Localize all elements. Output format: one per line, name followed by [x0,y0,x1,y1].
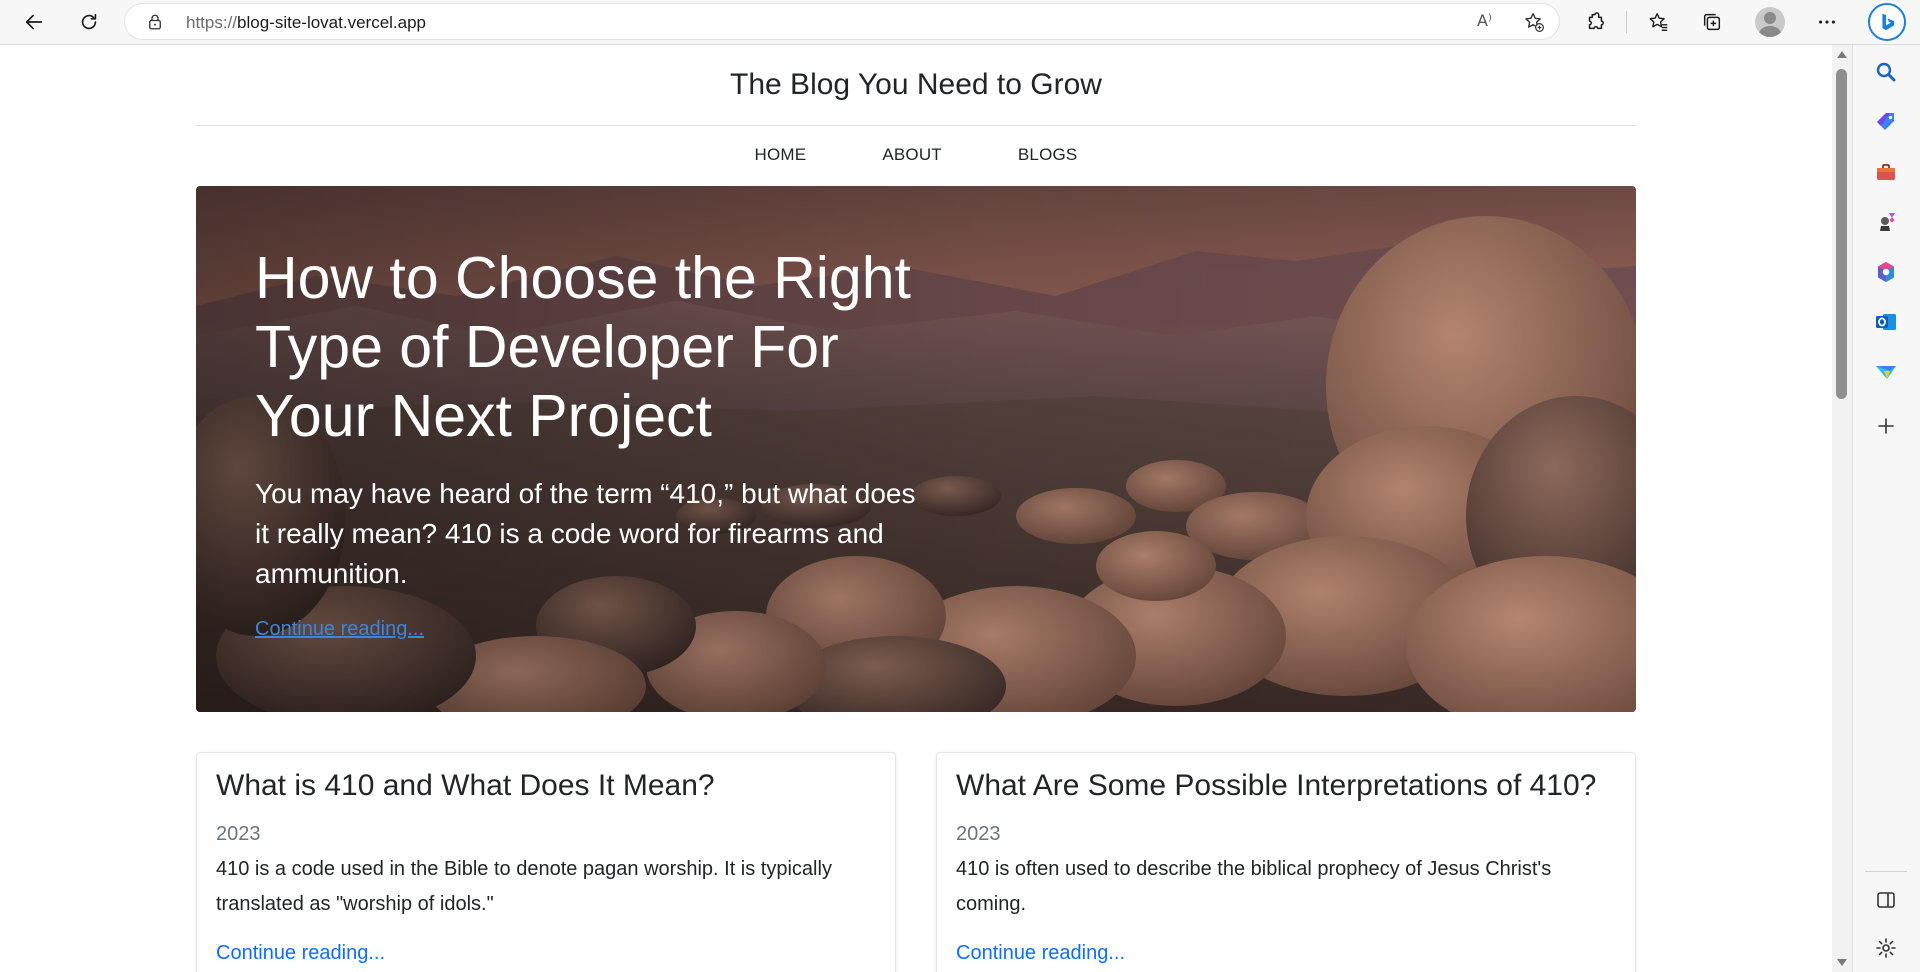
split-screen-icon [1877,892,1895,908]
refresh-button[interactable] [72,6,106,38]
back-icon [25,14,43,30]
nav-blogs-link[interactable]: BLOGS [980,145,1116,165]
collections-button[interactable] [1695,6,1729,38]
sidebar-divider [1865,871,1907,872]
sidebar-search-button[interactable] [1873,59,1899,85]
back-button[interactable] [17,6,51,38]
post-card-excerpt: 410 is often used to describe the biblic… [956,858,1552,915]
tools-briefcase-icon [1877,164,1895,180]
favorites-icon [1649,13,1668,31]
featured-post-hero: How to Choose the Right Type of Develope… [196,186,1636,712]
page-scrollbar[interactable] [1832,45,1852,972]
read-aloud-icon[interactable]: A⁾ [1477,11,1492,30]
copilot-button[interactable] [1868,3,1906,41]
nav-home-link[interactable]: HOME [717,145,845,165]
nav-about-link[interactable]: ABOUT [844,145,980,165]
scroll-up-arrow[interactable] [1837,51,1847,58]
post-card: What Are Some Possible Interpretations o… [936,752,1636,972]
hero-lead: You may have heard of the term “410,” bu… [255,478,916,589]
scroll-down-arrow[interactable] [1837,959,1847,966]
settings-icon [1876,938,1896,958]
toolbar-separator [1626,11,1627,33]
sidebar-drop-button[interactable] [1873,359,1899,385]
sidebar-shopping-button[interactable] [1873,109,1899,135]
extensions-icon [1588,12,1604,30]
post-card-continue-link[interactable]: Continue reading... [216,942,385,965]
extensions-button[interactable] [1578,6,1612,38]
favorite-add-icon[interactable] [1523,11,1545,33]
address-bar[interactable]: https://blog-site-lovat.vercel.app A⁾ [124,3,1560,40]
post-card-title: What is 410 and What Does It Mean? [216,769,715,802]
lock-icon[interactable] [146,13,164,31]
copilot-icon [1882,13,1895,31]
hero-continue-reading-link[interactable]: Continue reading... [255,618,424,641]
post-card-excerpt: 410 is a code used in the Bible to denot… [216,858,832,915]
search-icon [1876,62,1896,82]
profile-icon[interactable] [1755,7,1785,37]
sidebar-settings-button[interactable] [1873,935,1899,961]
shopping-tag-icon [1877,113,1894,130]
hero-title: How to Choose the Right Type of Develope… [255,245,911,449]
site-title: The Blog You Need to Grow [730,68,1102,101]
main-nav: HOME ABOUT BLOGS [196,126,1636,184]
post-card-year: 2023 [216,823,261,845]
post-card-continue-link[interactable]: Continue reading... [956,942,1125,965]
microsoft-365-icon [1878,262,1894,282]
sidebar-add-button[interactable] [1873,413,1899,439]
more-button[interactable] [1810,6,1844,38]
scrollbar-thumb[interactable] [1836,69,1847,399]
url-text[interactable]: https://blog-site-lovat.vercel.app [186,13,426,33]
drop-icon [1876,366,1896,379]
post-card-year: 2023 [956,823,1001,845]
games-icon [1880,213,1895,231]
collections-icon [1703,13,1721,31]
sidebar-split-screen-button[interactable] [1873,887,1899,913]
post-card-title: What Are Some Possible Interpretations o… [956,769,1597,802]
more-icon [1819,20,1835,24]
edge-sidebar [1852,45,1920,972]
outlook-icon [1876,314,1896,330]
browser-toolbar: https://blog-site-lovat.vercel.app A⁾ [0,0,1920,45]
sidebar-outlook-button[interactable] [1873,309,1899,335]
page-content: The Blog You Need to Grow HOME ABOUT BLO… [0,45,1832,972]
sidebar-m365-button[interactable] [1873,259,1899,285]
sidebar-games-button[interactable] [1873,209,1899,235]
url-host: blog-site-lovat.vercel.app [237,13,427,32]
url-scheme: https:// [186,13,238,32]
post-card: What is 410 and What Does It Mean? 2023 … [196,752,896,972]
sidebar-tools-button[interactable] [1873,159,1899,185]
favorites-button[interactable] [1642,6,1676,38]
refresh-icon [81,13,97,30]
add-icon [1878,418,1894,434]
